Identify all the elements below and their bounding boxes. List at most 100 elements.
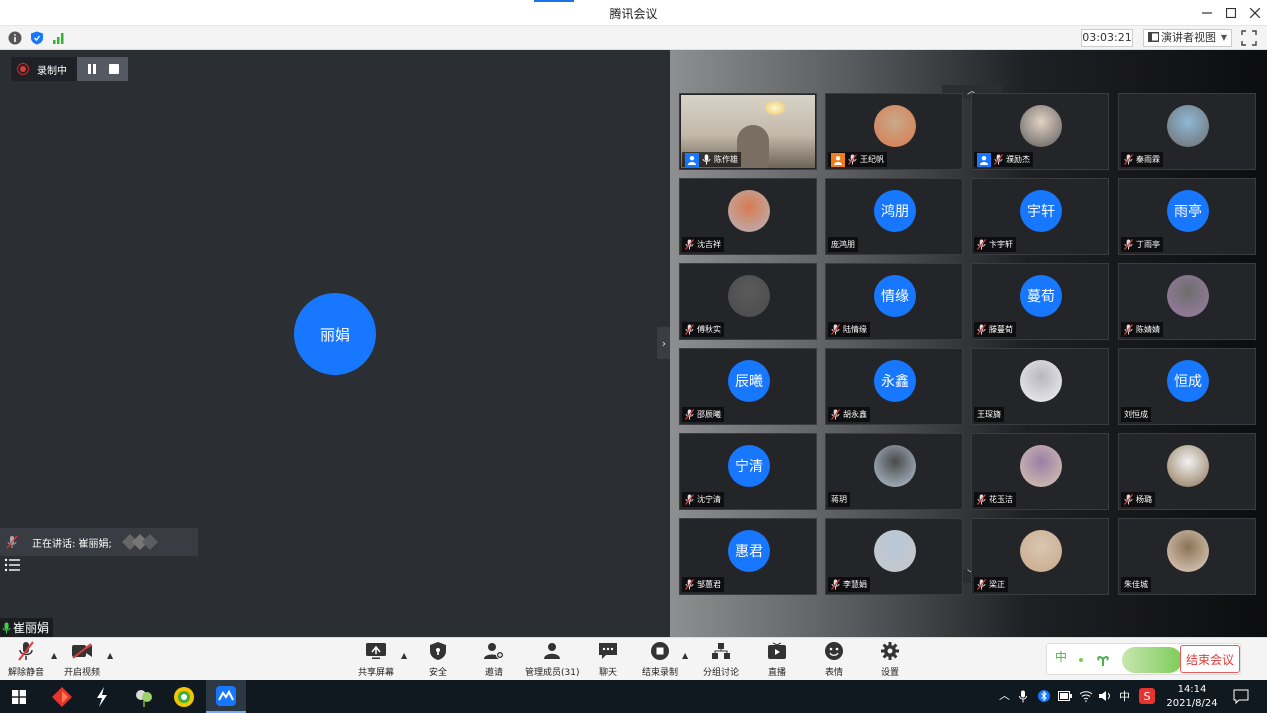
participant-name: 蒋玥: [831, 495, 847, 504]
participant-tile[interactable]: 陈作雄: [679, 93, 817, 170]
participant-tile[interactable]: 辰曦 邵辰曦: [679, 348, 817, 425]
recording-controls: [77, 57, 128, 81]
view-mode-dropdown[interactable]: 演讲者视图 ▼: [1143, 29, 1232, 47]
live-stream-label: 直播: [767, 668, 786, 678]
participant-tile[interactable]: 李慧娟: [825, 518, 963, 595]
participant-tile[interactable]: 蔓荀 滕蔓荀: [971, 263, 1109, 340]
invite-user-icon: [484, 643, 504, 659]
participant-tile[interactable]: 情缘 陆情缘: [825, 263, 963, 340]
avatar-initials: 蔓荀: [1020, 275, 1062, 317]
participant-tile[interactable]: 朱佳城: [1118, 518, 1256, 595]
unmute-label: 解除静音: [8, 668, 45, 678]
manage-members-button[interactable]: 管理成员(31): [525, 640, 579, 680]
sogou-ime-icon[interactable]: S: [1139, 688, 1155, 704]
mic-muted-icon: [831, 575, 843, 594]
decoration-sprout-icon: [1079, 656, 1109, 666]
record-options-caret[interactable]: ▲: [682, 651, 688, 660]
participant-tile[interactable]: 沈吉祥: [679, 178, 817, 255]
video-options-caret[interactable]: ▲: [107, 651, 113, 660]
participant-name: 邹蕙君: [697, 580, 721, 589]
mic-muted-icon: [977, 575, 989, 594]
participant-tile[interactable]: 梁正: [971, 518, 1109, 595]
fullscreen-icon[interactable]: [1241, 30, 1257, 46]
share-options-caret[interactable]: ▲: [401, 651, 407, 660]
participant-tile[interactable]: 杨璐: [1118, 433, 1256, 510]
taskbar-app-wechat[interactable]: [125, 680, 163, 713]
maximize-icon: [1226, 8, 1236, 18]
taskbar-app-browser[interactable]: [165, 680, 203, 713]
share-screen-button[interactable]: 共享屏幕: [358, 640, 394, 680]
volume-icon[interactable]: [1098, 690, 1112, 702]
mic-muted-icon: [977, 235, 989, 254]
end-meeting-button[interactable]: 结束会议: [1180, 645, 1240, 673]
chat-button[interactable]: 聊天: [597, 640, 619, 680]
unmute-button[interactable]: 解除静音: [8, 640, 44, 680]
participant-tile[interactable]: 宁清 沈宁清: [679, 433, 817, 510]
avatar-initials: 情缘: [874, 275, 916, 317]
reactions-button[interactable]: 表情: [823, 640, 845, 680]
participant-tile[interactable]: 恒成 刘恒成: [1118, 348, 1256, 425]
taskbar-clock[interactable]: 14:14 2021/8/24: [1160, 683, 1224, 711]
info-icon[interactable]: [8, 31, 22, 45]
end-recording-button[interactable]: 结束录制: [642, 640, 678, 680]
minimize-button[interactable]: [1196, 3, 1218, 23]
bluetooth-icon[interactable]: [1038, 689, 1050, 703]
svg-text:S: S: [1144, 690, 1151, 703]
avatar-initials: 鸿朋: [874, 190, 916, 232]
participant-tile[interactable]: 雨亭 丁雨亭: [1118, 178, 1256, 255]
audio-options-caret[interactable]: ▲: [51, 651, 57, 660]
participant-tile[interactable]: 傅秋实: [679, 263, 817, 340]
collapse-gallery-button[interactable]: ›: [657, 327, 671, 359]
mic-muted-icon: [977, 490, 989, 509]
participant-tile[interactable]: 王琛旖: [971, 348, 1109, 425]
input-method-indicator[interactable]: 中: [1119, 688, 1130, 704]
participant-name-tag: 陆情缘: [828, 322, 870, 337]
notification-icon[interactable]: [1233, 689, 1249, 704]
taskbar-app-bolt[interactable]: [83, 680, 121, 713]
avatar-image: [728, 275, 770, 317]
tray-mic-icon[interactable]: [1019, 690, 1027, 703]
settings-button[interactable]: 设置: [879, 640, 901, 680]
participant-tile[interactable]: 花玉洁: [971, 433, 1109, 510]
start-video-button[interactable]: 开启视频: [64, 640, 100, 680]
layout-icon: [1148, 32, 1159, 42]
participant-name-tag: 邵辰曦: [682, 407, 724, 422]
end-recording-label: 结束录制: [642, 668, 679, 678]
taskbar-app-red-diamond[interactable]: [43, 680, 81, 713]
start-button[interactable]: [0, 680, 38, 713]
shield-icon[interactable]: [30, 31, 44, 45]
wifi-icon[interactable]: [1079, 690, 1093, 702]
breakout-rooms-button[interactable]: 分组讨论: [703, 640, 739, 680]
mic-muted-icon: [685, 490, 697, 509]
pause-recording-button[interactable]: [86, 63, 98, 75]
participant-tile[interactable]: 鸿朋 庞鸿朋: [825, 178, 963, 255]
record-dot-icon: [17, 63, 29, 75]
list-icon[interactable]: [3, 556, 23, 574]
mic-muted-icon: [994, 150, 1006, 169]
participant-tile[interactable]: 王纪帆: [825, 93, 963, 170]
security-button[interactable]: 安全: [427, 640, 449, 680]
close-button[interactable]: [1244, 3, 1266, 23]
participant-tile[interactable]: 濮励杰: [971, 93, 1109, 170]
stop-record-icon: [651, 642, 669, 660]
participant-tile[interactable]: 陈婧婧: [1118, 263, 1256, 340]
live-stream-button[interactable]: 直播: [766, 640, 788, 680]
participant-tile[interactable]: 秦雨霖: [1118, 93, 1256, 170]
participant-tile[interactable]: 惠君 邹蕙君: [679, 518, 817, 595]
maximize-button[interactable]: [1220, 3, 1242, 23]
participant-tile[interactable]: 宇轩 卞宇轩: [971, 178, 1109, 255]
participant-tile[interactable]: 永鑫 胡永鑫: [825, 348, 963, 425]
mic-on-icon: [2, 622, 11, 633]
tray-expand-icon[interactable]: ︿: [999, 687, 1010, 703]
mic-muted-icon: [685, 575, 697, 594]
signal-icon[interactable]: [52, 31, 66, 45]
participant-tile[interactable]: 蒋玥: [825, 433, 963, 510]
mic-muted-icon: [6, 535, 18, 549]
participant-name-tag: 杨璐: [1121, 492, 1155, 507]
battery-icon[interactable]: [1058, 691, 1072, 701]
participant-name: 滕蔓荀: [989, 325, 1013, 334]
mic-muted-icon: [848, 150, 860, 169]
invite-button[interactable]: 邀请: [483, 640, 505, 680]
stop-recording-button[interactable]: [109, 64, 119, 74]
taskbar-app-tencent-meeting[interactable]: [206, 680, 246, 713]
